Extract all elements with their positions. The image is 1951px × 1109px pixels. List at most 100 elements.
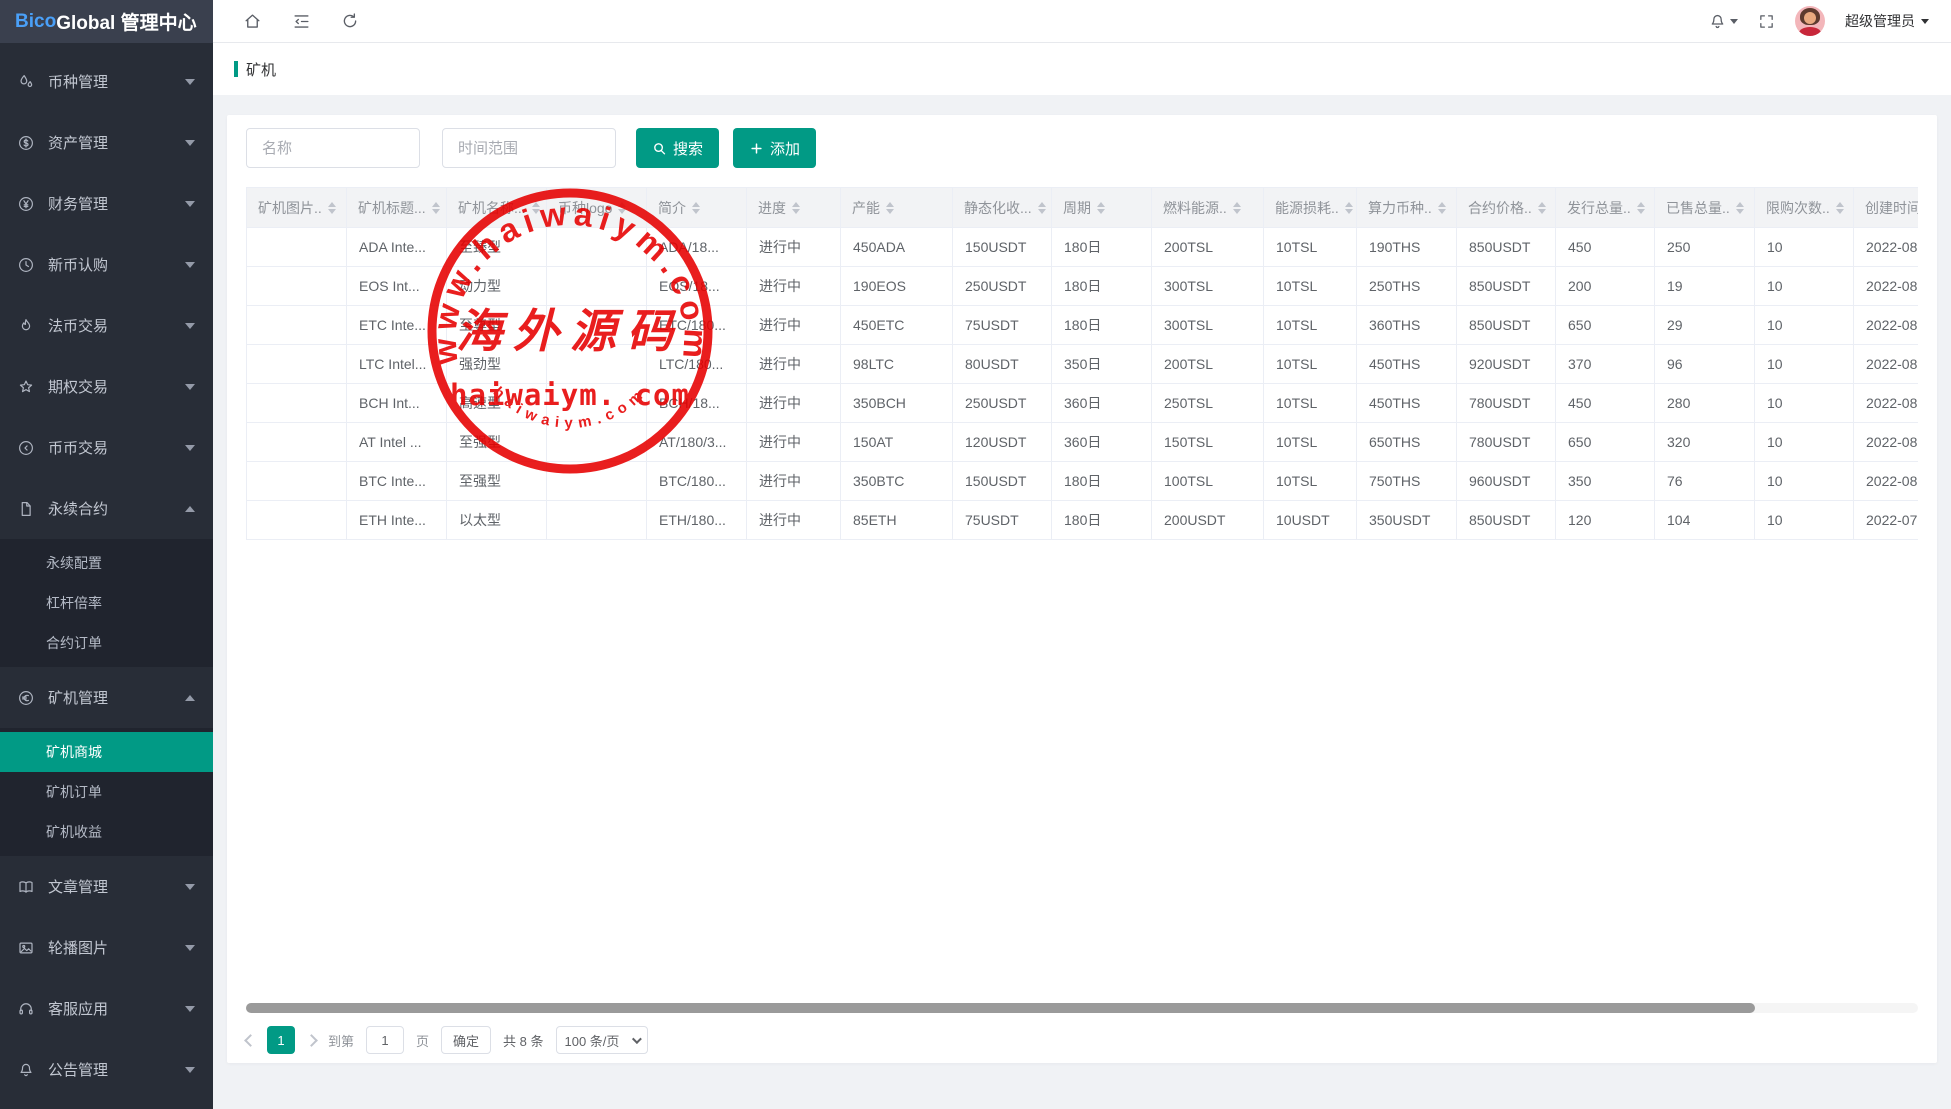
column-header[interactable]: 限购次数.. bbox=[1755, 188, 1854, 228]
sidebar-item-new-coin-subscribe[interactable]: 新币认购 bbox=[0, 234, 213, 295]
sort-icon[interactable] bbox=[886, 198, 894, 218]
column-header[interactable]: 发行总量.. bbox=[1556, 188, 1655, 228]
table-cell: 780USDT bbox=[1457, 384, 1556, 423]
search-button[interactable]: 搜索 bbox=[636, 128, 719, 168]
column-header[interactable]: 产能 bbox=[841, 188, 953, 228]
avatar[interactable] bbox=[1795, 6, 1825, 36]
sidebar-item-notice-manage[interactable]: 公告管理 bbox=[0, 1039, 213, 1100]
table-cell: 350USDT bbox=[1357, 501, 1457, 540]
sidebar-subitem-矿机订单[interactable]: 矿机订单 bbox=[0, 772, 213, 812]
table-cell: 进行中 bbox=[747, 462, 841, 501]
table-row[interactable]: AT Intel ...至强型AT/180/3...进行中150AT120USD… bbox=[247, 423, 1919, 462]
goto-page-input[interactable] bbox=[366, 1026, 404, 1054]
table-cell bbox=[247, 228, 347, 267]
column-header[interactable]: 进度 bbox=[747, 188, 841, 228]
table-row[interactable]: BCH Int...高速型BCH/18...进行中350BCH250USDT36… bbox=[247, 384, 1919, 423]
next-page-icon[interactable] bbox=[305, 1034, 318, 1047]
table-row[interactable]: EOS Int...动力型EOS/18...进行中190EOS250USDT18… bbox=[247, 267, 1919, 306]
user-menu[interactable]: 超级管理员 bbox=[1845, 11, 1929, 31]
name-filter-input[interactable] bbox=[246, 128, 420, 168]
date-range-input[interactable] bbox=[442, 128, 616, 168]
sidebar-item-miner-manage[interactable]: 矿机管理 bbox=[0, 667, 213, 728]
yen-circle-icon bbox=[16, 194, 36, 214]
column-header[interactable]: 已售总量.. bbox=[1655, 188, 1755, 228]
column-header[interactable]: 算力币种.. bbox=[1357, 188, 1457, 228]
sidebar-item-support-app[interactable]: 客服应用 bbox=[0, 978, 213, 1039]
notifications-button[interactable] bbox=[1708, 12, 1738, 31]
sort-icon[interactable] bbox=[1836, 198, 1844, 218]
table-cell: 180日 bbox=[1052, 462, 1152, 501]
refresh-icon[interactable] bbox=[341, 12, 359, 30]
column-header[interactable]: 简介 bbox=[647, 188, 747, 228]
sort-icon[interactable] bbox=[692, 198, 700, 218]
sidebar-item-coin-manage[interactable]: 币种管理 bbox=[0, 51, 213, 112]
sidebar-item-carousel-images[interactable]: 轮播图片 bbox=[0, 917, 213, 978]
table-container: 矿机图片..矿机标题...矿机名称...币种logo简介进度产能静态化收...周… bbox=[246, 187, 1918, 540]
sort-icon[interactable] bbox=[1438, 198, 1446, 218]
main-area: 超级管理员 矿机 搜索 bbox=[213, 0, 1951, 1109]
column-header[interactable]: 矿机图片.. bbox=[247, 188, 347, 228]
sidebar-item-fiat-trade[interactable]: 法币交易 bbox=[0, 295, 213, 356]
table-row[interactable]: LTC Intel...强劲型LTC/180...进行中98LTC80USDT3… bbox=[247, 345, 1919, 384]
table-row[interactable]: BTC Inte...至强型BTC/180...进行中350BTC150USDT… bbox=[247, 462, 1919, 501]
sort-icon[interactable] bbox=[792, 198, 800, 218]
prev-page-icon[interactable] bbox=[244, 1034, 257, 1047]
home-icon[interactable] bbox=[243, 12, 262, 31]
sidebar-subitem-矿机收益[interactable]: 矿机收益 bbox=[0, 812, 213, 852]
column-header[interactable]: 矿机名称... bbox=[447, 188, 547, 228]
column-header[interactable]: 币种logo bbox=[547, 188, 647, 228]
sidebar-subitem-杠杆倍率[interactable]: 杠杆倍率 bbox=[0, 583, 213, 623]
sort-icon[interactable] bbox=[432, 198, 440, 218]
sidebar-item-option-trade[interactable]: 期权交易 bbox=[0, 356, 213, 417]
sidebar-item-finance-manage[interactable]: 财务管理 bbox=[0, 173, 213, 234]
headset-icon bbox=[16, 999, 36, 1019]
column-header[interactable]: 创建时间... bbox=[1854, 188, 1919, 228]
page-title: 矿机 bbox=[246, 59, 276, 80]
sidebar-subitem-矿机商城[interactable]: 矿机商城 bbox=[0, 732, 213, 772]
sort-icon[interactable] bbox=[532, 198, 540, 218]
table-cell: 190EOS bbox=[841, 267, 953, 306]
table-cell: 850USDT bbox=[1457, 306, 1556, 345]
sort-icon[interactable] bbox=[1097, 198, 1105, 218]
app-logo: Bico Global 管理中心 bbox=[0, 0, 213, 43]
column-header[interactable]: 能源损耗.. bbox=[1264, 188, 1357, 228]
sidebar-subitem-合约订单[interactable]: 合约订单 bbox=[0, 623, 213, 663]
sort-icon[interactable] bbox=[1233, 198, 1241, 218]
sort-icon[interactable] bbox=[1637, 198, 1645, 218]
table-cell: 至尊型 bbox=[447, 306, 547, 345]
sort-icon[interactable] bbox=[1038, 198, 1046, 218]
column-header[interactable]: 静态化收... bbox=[953, 188, 1052, 228]
confirm-page-button[interactable]: 确定 bbox=[441, 1026, 491, 1054]
fullscreen-icon[interactable] bbox=[1758, 13, 1775, 30]
sort-icon[interactable] bbox=[1345, 198, 1353, 218]
sidebar-item-article-manage[interactable]: 文章管理 bbox=[0, 856, 213, 917]
chevron-down-icon bbox=[185, 445, 195, 451]
page-number-button[interactable]: 1 bbox=[267, 1026, 295, 1054]
table-row[interactable]: ETC Inte...至尊型ETC/180...进行中450ETC75USDT1… bbox=[247, 306, 1919, 345]
table-cell: 150USDT bbox=[953, 462, 1052, 501]
table-cell: AT Intel ... bbox=[347, 423, 447, 462]
column-header[interactable]: 矿机标题... bbox=[347, 188, 447, 228]
table-cell: ETH Inte... bbox=[347, 501, 447, 540]
sort-icon[interactable] bbox=[1736, 198, 1744, 218]
table-row[interactable]: ETH Inte...以太型ETH/180...进行中85ETH75USDT18… bbox=[247, 501, 1919, 540]
sidebar-subitem-永续配置[interactable]: 永续配置 bbox=[0, 543, 213, 583]
sidebar-item-label: 财务管理 bbox=[48, 193, 185, 214]
sidebar-item-asset-manage[interactable]: 资产管理 bbox=[0, 112, 213, 173]
add-button[interactable]: 添加 bbox=[733, 128, 816, 168]
table-cell: 200 bbox=[1556, 267, 1655, 306]
column-header[interactable]: 燃料能源.. bbox=[1152, 188, 1264, 228]
table-cell: 75USDT bbox=[953, 306, 1052, 345]
sort-icon[interactable] bbox=[328, 198, 336, 218]
column-header[interactable]: 合约价格.. bbox=[1457, 188, 1556, 228]
page-size-select[interactable]: 100 条/页 bbox=[556, 1026, 648, 1054]
horizontal-scrollbar-thumb[interactable] bbox=[246, 1003, 1755, 1013]
flame-icon bbox=[16, 316, 36, 336]
sidebar-item-perpetual-contract[interactable]: 永续合约 bbox=[0, 478, 213, 539]
column-header[interactable]: 周期 bbox=[1052, 188, 1152, 228]
sidebar-item-coin-trade[interactable]: 币币交易 bbox=[0, 417, 213, 478]
table-row[interactable]: ADA Inte...至臻型ADA/18...进行中450ADA150USDT1… bbox=[247, 228, 1919, 267]
collapse-menu-icon[interactable] bbox=[292, 12, 311, 31]
sort-icon[interactable] bbox=[618, 198, 626, 218]
sort-icon[interactable] bbox=[1538, 198, 1546, 218]
